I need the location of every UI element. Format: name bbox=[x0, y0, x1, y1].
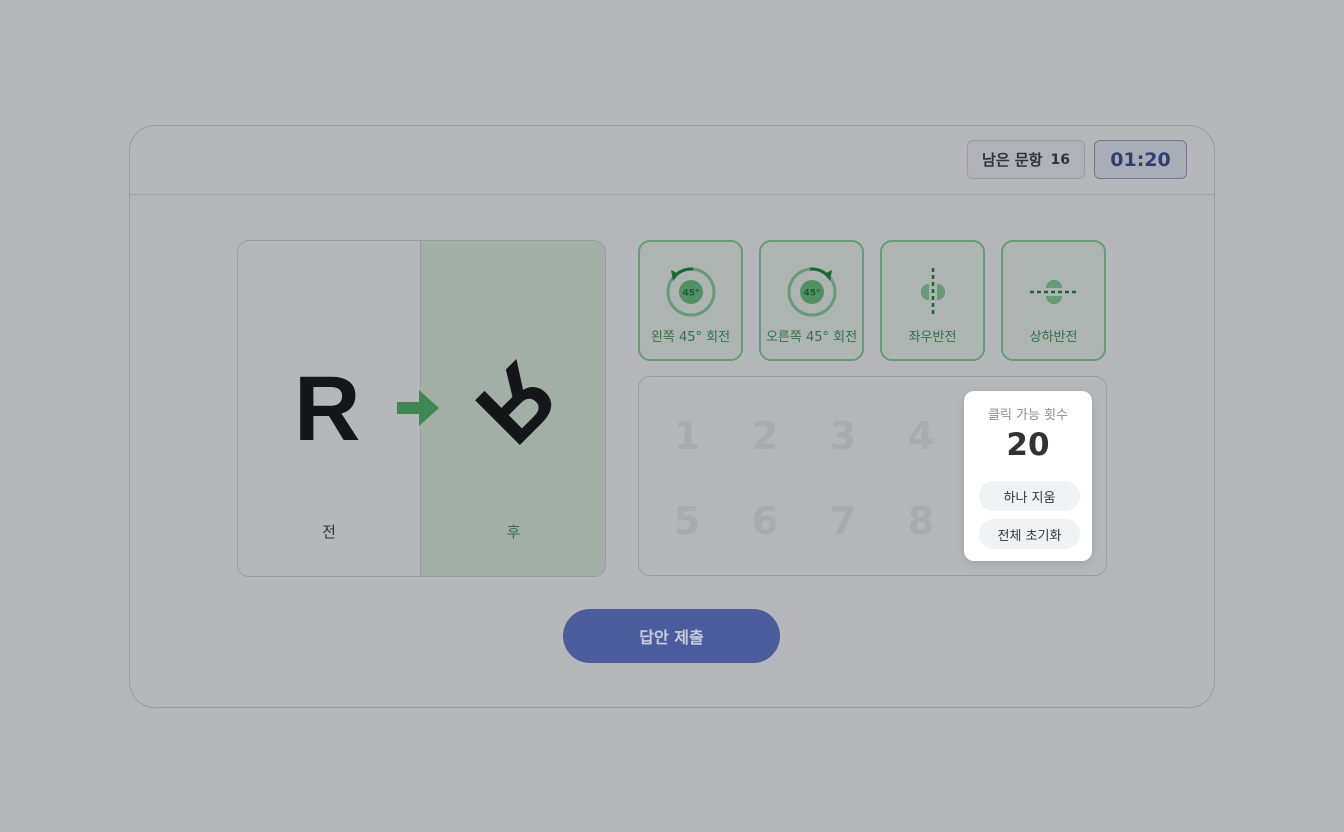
modal-overlay bbox=[0, 0, 1344, 832]
click-count-popup: 클릭 가능 횟수 20 하나 지움 전체 초기화 bbox=[964, 391, 1092, 561]
popup-title: 클릭 가능 횟수 bbox=[987, 408, 1069, 423]
undo-one-button[interactable]: 하나 지움 bbox=[979, 481, 1080, 511]
click-count-value: 20 bbox=[1006, 427, 1050, 463]
submit-answer-button[interactable]: 답안 제출 bbox=[563, 609, 780, 663]
reset-all-button[interactable]: 전체 초기화 bbox=[979, 519, 1080, 549]
